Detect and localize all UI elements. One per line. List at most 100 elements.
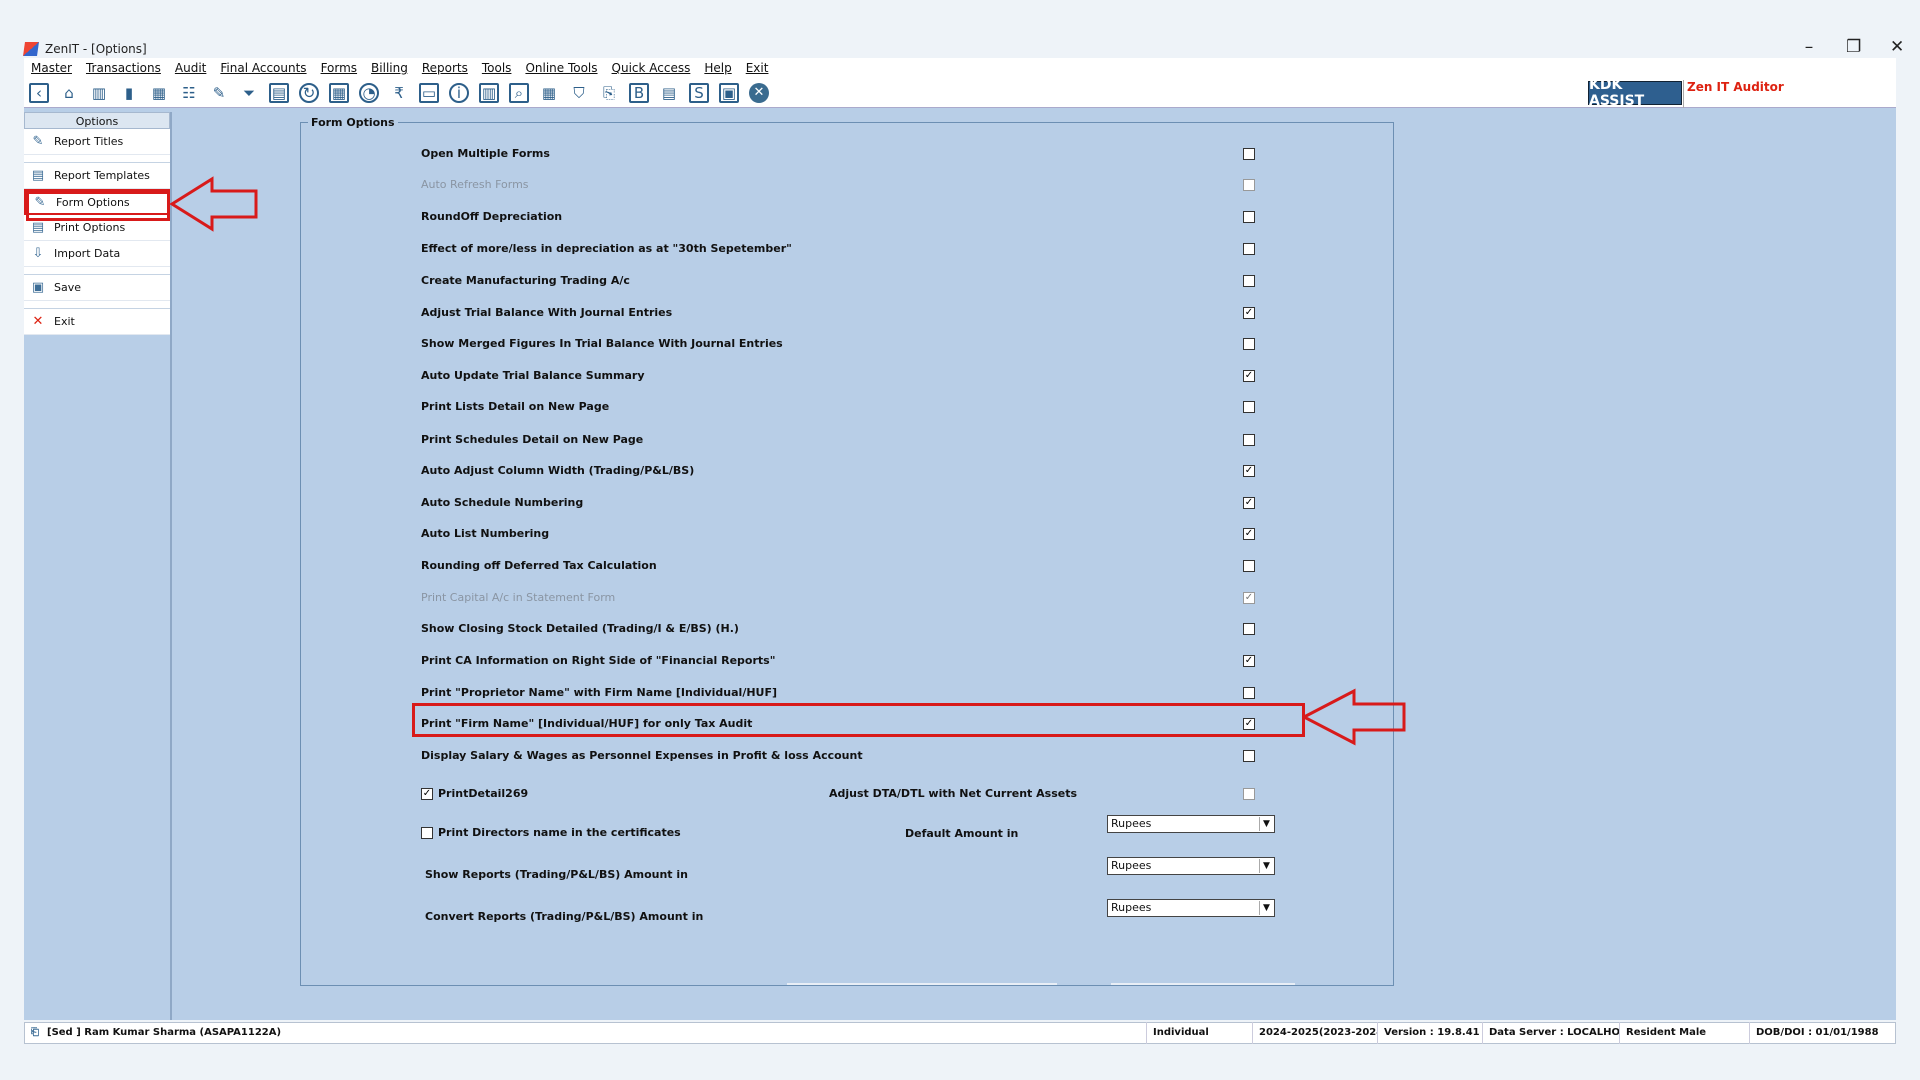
option-checkbox[interactable] <box>1243 434 1255 446</box>
option-label: Effect of more/less in depreciation as a… <box>421 242 792 255</box>
calculator-icon[interactable]: ▦ <box>329 82 349 103</box>
sidebar-item-exit[interactable]: ✕ Exit <box>24 309 170 335</box>
minimize-button[interactable]: – <box>1802 37 1816 57</box>
default-amount-select[interactable]: Rupees ▼ <box>1107 815 1275 833</box>
chevron-down-icon: ▼ <box>1259 901 1273 915</box>
option-checkbox[interactable] <box>1243 401 1255 413</box>
option-label: Auto Schedule Numbering <box>421 496 584 509</box>
document-search-icon[interactable]: ⌕ <box>509 82 529 103</box>
option-label: Adjust Trial Balance With Journal Entrie… <box>421 306 673 319</box>
export-icon[interactable]: ▣ <box>719 82 739 103</box>
printer-toolbar-icon[interactable]: ▤ <box>659 83 679 103</box>
option-label: Auto Refresh Forms <box>421 178 529 191</box>
option-checkbox[interactable] <box>1243 623 1255 635</box>
building-icon[interactable]: ▥ <box>89 83 109 103</box>
main-area: Options ✎ Report Titles ▤ Report Templat… <box>24 108 1896 1020</box>
option-checkbox[interactable] <box>1243 275 1255 287</box>
book-icon[interactable]: ▭ <box>419 82 439 103</box>
options-sidebar: Options ✎ Report Titles ▤ Report Templat… <box>24 112 172 1020</box>
link-icon[interactable]: ⎘ <box>599 83 619 103</box>
option-checkbox[interactable]: ✓ <box>1243 465 1255 477</box>
bs-icon[interactable]: B <box>629 82 649 103</box>
back-icon[interactable]: ‹ <box>29 82 49 103</box>
calendar-icon[interactable]: ▦ <box>539 83 559 103</box>
menu-billing[interactable]: Billing <box>364 61 415 75</box>
report-icon[interactable]: ▥ <box>479 82 499 103</box>
sidebar-item-label: Report Titles <box>54 135 124 148</box>
show-reports-select[interactable]: Rupees ▼ <box>1107 857 1275 875</box>
refresh-icon[interactable]: ↻ <box>299 82 319 103</box>
shield-icon[interactable]: ⛉ <box>569 83 589 103</box>
menu-reports[interactable]: Reports <box>415 61 475 75</box>
close-window-button[interactable]: ✕ <box>1890 37 1904 57</box>
menu-final-accounts[interactable]: Final Accounts <box>213 61 313 75</box>
sidebar-item-label: Report Templates <box>54 169 150 182</box>
menu-help[interactable]: Help <box>697 61 738 75</box>
sidebar-item-report-templates[interactable]: ▤ Report Templates <box>24 163 170 189</box>
sco-icon[interactable]: S <box>689 82 709 103</box>
option-label: Auto Adjust Column Width (Trading/P&L/BS… <box>421 464 695 477</box>
option-checkbox[interactable]: ✓ <box>1243 655 1255 667</box>
option-label: Display Salary & Wages as Personnel Expe… <box>421 749 863 762</box>
document-icon: ▤ <box>31 168 45 183</box>
save-disk-icon[interactable]: ▤ <box>269 82 289 103</box>
option-checkbox[interactable] <box>1243 687 1255 699</box>
status-server: Data Server : LOCALHOST <box>1483 1022 1620 1044</box>
menu-tools[interactable]: Tools <box>475 61 519 75</box>
option-label: Show Closing Stock Detailed (Trading/I &… <box>421 622 739 635</box>
pointer-arrow-sidebar <box>170 176 258 232</box>
option-checkbox[interactable]: ✓ <box>1243 528 1255 540</box>
menu-online-tools[interactable]: Online Tools <box>518 61 604 75</box>
home-icon[interactable]: ⌂ <box>59 83 79 103</box>
default-amount-label: Default Amount in <box>905 827 1019 840</box>
gift-icon[interactable]: ▦ <box>149 83 169 103</box>
users-icon[interactable]: ☷ <box>179 83 199 103</box>
info-icon[interactable]: i <box>449 82 469 103</box>
menu-forms[interactable]: Forms <box>314 61 364 75</box>
highlight-box <box>412 703 1305 737</box>
filter-icon[interactable]: ⏷ <box>239 83 259 103</box>
menu-transactions[interactable]: Transactions <box>79 61 168 75</box>
option-label: Rounding off Deferred Tax Calculation <box>421 559 657 572</box>
sidebar-item-report-titles[interactable]: ✎ Report Titles <box>24 129 170 155</box>
option-checkbox[interactable]: ✓ <box>1243 592 1255 604</box>
bar-chart-icon[interactable]: ▮ <box>119 83 139 103</box>
option-checkbox[interactable] <box>1243 750 1255 762</box>
menu-quick-access[interactable]: Quick Access <box>605 61 698 75</box>
option-checkbox[interactable] <box>1243 243 1255 255</box>
pie-chart-icon[interactable]: ◔ <box>359 82 379 103</box>
print-directors-checkbox[interactable] <box>421 827 433 839</box>
adjust-dta-checkbox[interactable] <box>1243 788 1255 800</box>
sidebar-item-save[interactable]: ▣ Save <box>24 275 170 301</box>
option-checkbox[interactable] <box>1243 179 1255 191</box>
option-label: Print Schedules Detail on New Page <box>421 433 644 446</box>
close-icon: ✕ <box>32 314 44 329</box>
sidebar-item-import-data[interactable]: ⇩ Import Data <box>24 241 170 267</box>
product-name: Zen IT Auditor <box>1683 80 1898 108</box>
print-detail-checkbox[interactable]: ✓ <box>421 788 433 800</box>
tax-icon[interactable]: ₹ <box>389 83 409 103</box>
status-type: Individual <box>1147 1022 1253 1044</box>
window-title: ZenIT - [Options] <box>45 42 147 56</box>
menu-master[interactable]: Master <box>24 61 79 75</box>
option-checkbox[interactable]: ✓ <box>1243 497 1255 509</box>
menu-exit[interactable]: Exit <box>739 61 776 75</box>
convert-reports-select[interactable]: Rupees ▼ <box>1107 899 1275 917</box>
kdk-assist-button[interactable]: KDK ASSIST <box>1588 77 1682 109</box>
menu-audit[interactable]: Audit <box>168 61 213 75</box>
option-checkbox[interactable]: ✓ <box>1243 370 1255 382</box>
app-icon <box>23 42 39 56</box>
option-checkbox[interactable] <box>1243 211 1255 223</box>
option-checkbox[interactable]: ✓ <box>1243 307 1255 319</box>
status-user: ⎗ [Sed ] Ram Kumar Sharma (ASAPA1122A) <box>25 1022 1147 1044</box>
close-icon[interactable]: ✕ <box>749 82 769 103</box>
gavel-icon[interactable]: ✎ <box>209 83 229 103</box>
option-checkbox[interactable] <box>1243 560 1255 572</box>
option-checkbox[interactable] <box>1243 338 1255 350</box>
restore-button[interactable]: ❐ <box>1846 37 1861 57</box>
status-year: 2024-2025(2023-2024) <box>1253 1022 1378 1044</box>
convert-reports-label: Convert Reports (Trading/P&L/BS) Amount … <box>425 910 704 923</box>
option-label: Print Lists Detail on New Page <box>421 400 610 413</box>
adjust-dta-label: Adjust DTA/DTL with Net Current Assets <box>829 787 1078 800</box>
option-checkbox[interactable] <box>1243 148 1255 160</box>
